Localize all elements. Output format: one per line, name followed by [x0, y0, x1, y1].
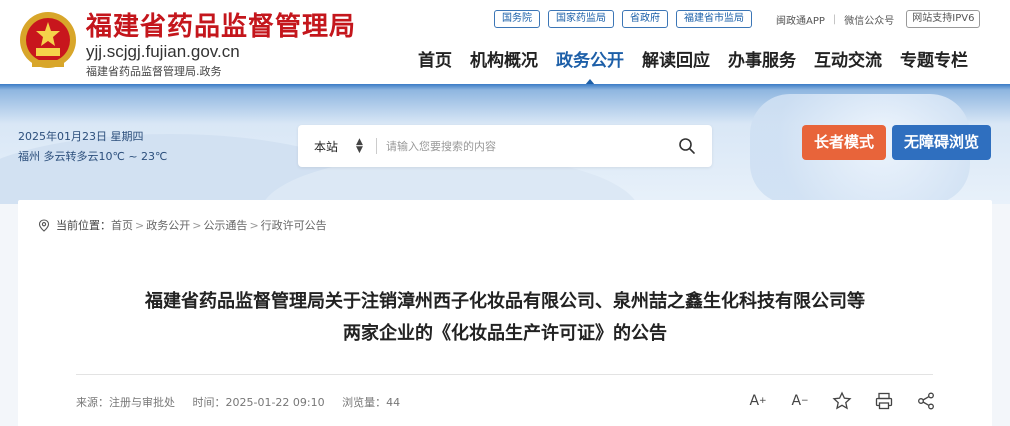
breadcrumb-separator: > — [192, 218, 202, 232]
article-time: 时间：2025-01-22 09:10 — [192, 396, 325, 409]
article-title-line: 福建省药品监督管理局关于注销漳州西子化妆品有限公司、泉州喆之鑫生化科技有限公司等 — [145, 291, 865, 312]
nav-interaction[interactable]: 互动交流 — [814, 46, 882, 71]
search-icon[interactable] — [678, 137, 696, 155]
search-input[interactable] — [386, 133, 666, 159]
nav-interpretation[interactable]: 解读回应 — [642, 46, 710, 71]
location-icon — [38, 218, 50, 232]
link-provincial-gov[interactable]: 省政府 — [622, 10, 668, 28]
breadcrumb-separator: > — [135, 218, 145, 232]
share-icon[interactable] — [916, 391, 936, 411]
emblem-icon — [20, 12, 76, 68]
print-icon[interactable] — [874, 391, 894, 411]
date-text: 2025年01月23日 星期四 — [18, 130, 144, 143]
link-fujian-samr[interactable]: 福建省市监局 — [676, 10, 752, 28]
nav-services[interactable]: 办事服务 — [728, 46, 796, 71]
accessibility-button[interactable]: 无障碍浏览 — [892, 125, 991, 160]
site-title[interactable]: 福建省药品监督管理局 — [86, 6, 356, 43]
app-link[interactable]: 闽政通APP — [776, 12, 825, 27]
breadcrumb-separator: > — [249, 218, 259, 232]
divider — [76, 374, 933, 375]
link-state-council[interactable]: 国务院 — [494, 10, 540, 28]
nav-topics[interactable]: 专题专栏 — [900, 46, 968, 71]
breadcrumb-home[interactable]: 首页 — [111, 217, 133, 233]
wechat-link[interactable]: 微信公众号 — [844, 12, 894, 27]
site-header: 福建省药品监督管理局 yjj.scjgj.fujian.gov.cn 福建省药品… — [0, 0, 1010, 85]
article-tools: A + A − — [748, 391, 936, 411]
search-box: 本站 ▲ ▼ — [298, 125, 712, 167]
divider — [376, 138, 377, 154]
article-source: 来源：注册与审批处 — [76, 396, 175, 409]
breadcrumb-gov-affairs[interactable]: 政务公开 — [146, 217, 190, 233]
nav-about[interactable]: 机构概况 — [470, 46, 538, 71]
link-nmpa[interactable]: 国家药监局 — [548, 10, 614, 28]
article-views: 浏览量：44 — [342, 396, 401, 409]
font-decrease-icon[interactable]: A − — [790, 391, 810, 411]
breadcrumb-label: 当前位置： — [56, 219, 111, 232]
weather-text: 福州 多云转多云10℃ ~ 23℃ — [18, 150, 168, 163]
banner: 2025年01月23日 星期四 福州 多云转多云10℃ ~ 23℃ 本站 ▲ ▼ … — [0, 84, 1010, 204]
article-title: 福建省药品监督管理局关于注销漳州西子化妆品有限公司、泉州喆之鑫生化科技有限公司等… — [58, 286, 952, 350]
nav-gov-affairs[interactable]: 政务公开 — [556, 46, 624, 85]
nav-home[interactable]: 首页 — [418, 46, 452, 71]
article-meta: 来源：注册与审批处 时间：2025-01-22 09:10 浏览量：44 — [76, 394, 414, 410]
content-card: 当前位置： 首页 > 政务公开 > 公示通告 > 行政许可公告 福建省药品监督管… — [18, 200, 992, 426]
elder-mode-button[interactable]: 长者模式 — [802, 125, 886, 160]
updown-arrow-icon[interactable]: ▲ ▼ — [356, 138, 363, 155]
breadcrumb-notices[interactable]: 公示通告 — [203, 217, 247, 233]
breadcrumb: 当前位置： 首页 > 政务公开 > 公示通告 > 行政许可公告 — [38, 217, 327, 233]
ipv6-badge: 网站支持IPV6 — [906, 10, 981, 28]
site-domain: yjj.scjgj.fujian.gov.cn — [86, 42, 240, 61]
search-scope-select[interactable]: 本站 — [314, 138, 338, 155]
font-increase-icon[interactable]: A + — [748, 391, 768, 411]
article-title-line: 两家企业的《化妆品生产许可证》的公告 — [343, 323, 667, 344]
main-nav: 首页 机构概况 政务公开 解读回应 办事服务 互动交流 专题专栏 — [418, 46, 986, 85]
top-right-links: 闽政通APP | 微信公众号 网站支持IPV6 — [776, 10, 981, 28]
divider: | — [832, 13, 837, 25]
site-subtitle: 福建省药品监督管理局.政务 — [86, 65, 222, 78]
star-icon[interactable] — [832, 391, 852, 411]
top-links: 国务院 国家药监局 省政府 福建省市监局 — [494, 10, 760, 28]
breadcrumb-license-notices[interactable]: 行政许可公告 — [261, 217, 327, 233]
